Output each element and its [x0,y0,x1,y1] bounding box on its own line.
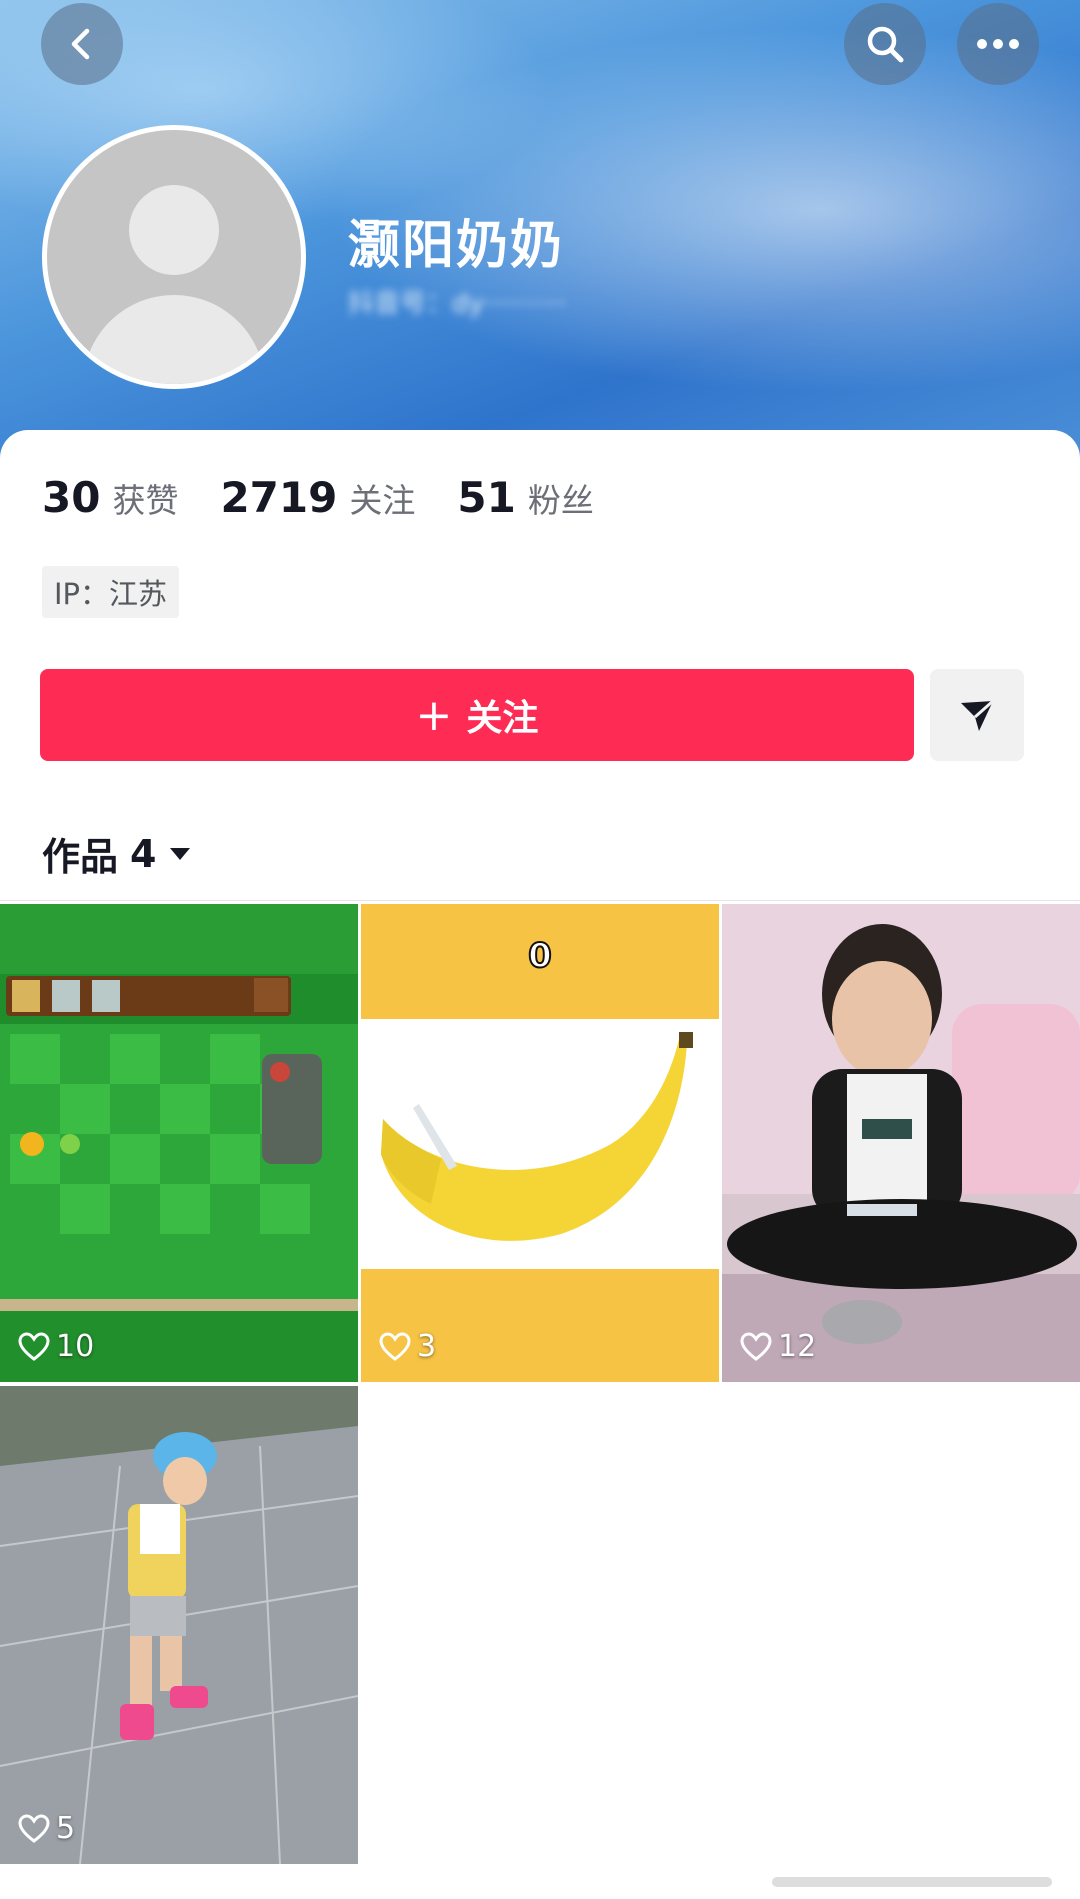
more-button[interactable] [957,3,1039,85]
divider [0,900,1080,901]
plus-icon: + [415,689,453,741]
game-thumbnail-image [0,904,358,1382]
like-count-value: 3 [417,1329,437,1364]
like-count-value: 12 [778,1329,817,1364]
send-icon [961,699,994,731]
boy-thumbnail-image [722,904,1080,1382]
video-thumbnail-3[interactable]: 12 [722,904,1080,1382]
like-count-value: 5 [56,1811,76,1846]
avatar-placeholder-head [129,185,219,275]
video-thumbnail-1[interactable]: 10 [0,904,358,1382]
tab-works[interactable]: 作品 4 [42,826,192,881]
chevron-left-icon [71,28,90,60]
video-thumbnail-2[interactable]: 0 3 [361,904,719,1382]
works-count: 4 [130,831,157,876]
likes-label: 获赞 [112,481,179,520]
follow-button[interactable]: + 关注 [40,669,914,761]
likes-count: 30 [42,473,101,522]
back-button[interactable] [41,3,123,85]
follow-label: 关注 [466,698,539,739]
heart-icon [18,1813,50,1843]
more-icon [977,39,1019,49]
heart-icon [379,1331,411,1361]
send-message-button[interactable] [930,669,1024,761]
search-icon [867,26,904,63]
avatar-placeholder-body [83,295,265,384]
stat-likes[interactable]: 30 获赞 [42,473,178,522]
home-indicator [772,1877,1052,1887]
following-label: 关注 [349,481,416,520]
caret-down-icon [170,847,191,860]
heart-icon [740,1331,772,1361]
skating-thumbnail-image [0,1386,358,1864]
heart-icon [18,1331,50,1361]
like-count: 5 [18,1811,75,1846]
profile-stats: 30 获赞 2719 关注 51 粉丝 [42,473,636,522]
avatar[interactable] [42,125,306,389]
video-thumbnail-4[interactable]: 5 [0,1386,358,1864]
like-count: 10 [18,1329,94,1364]
works-label: 作品 [42,835,119,879]
stat-followers[interactable]: 51 粉丝 [457,473,593,522]
like-count-value: 10 [56,1329,95,1364]
username: 灏阳奶奶 [348,216,565,276]
profile-header: 灏阳奶奶 抖音号：dy·········· [0,0,1080,470]
video-overlay-counter: 0 [527,935,553,977]
stat-following[interactable]: 2719 关注 [220,473,415,522]
like-count: 12 [740,1329,816,1364]
following-count: 2719 [220,473,338,522]
ip-location-tag: IP：江苏 [42,566,180,618]
followers-count: 51 [457,473,516,522]
followers-label: 粉丝 [527,481,594,520]
search-button[interactable] [844,3,926,85]
douyin-id: 抖音号：dy·········· [348,289,567,319]
like-count: 3 [379,1329,436,1364]
